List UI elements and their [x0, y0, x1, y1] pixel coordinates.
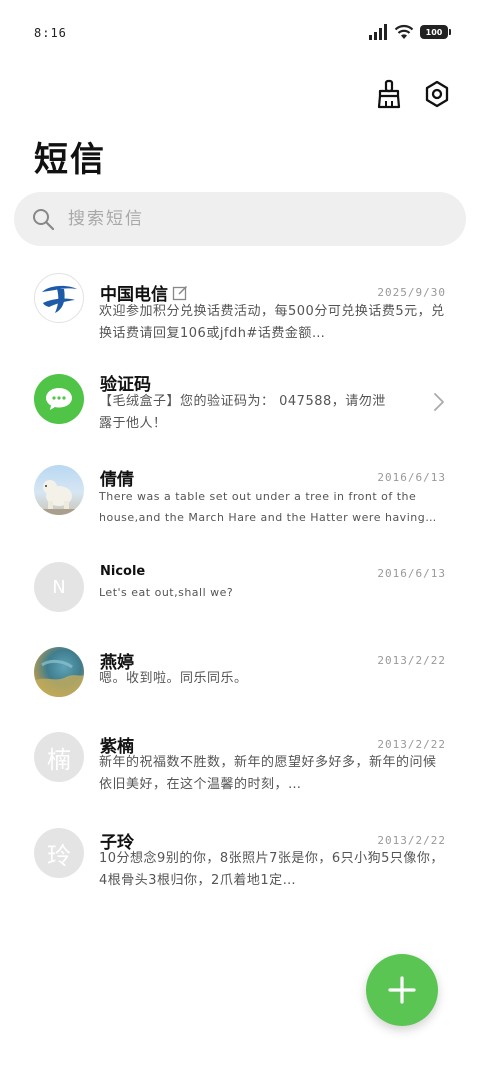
- avatar: N: [34, 562, 84, 612]
- conversation-date: 2013/2/22: [377, 738, 446, 751]
- avatar-letter: N: [52, 576, 66, 598]
- conversation-item[interactable]: 燕婷 2013/2/22 嗯。收到啦。同乐同乐。: [0, 646, 480, 736]
- conversation-name: Nicole: [100, 564, 146, 579]
- china-telecom-logo: [42, 285, 77, 313]
- chevron-right-icon: [434, 393, 444, 411]
- conversation-date: 2013/2/22: [377, 834, 446, 847]
- conversation-item[interactable]: N Nicole 2016/6/13 Let's eat out,shall w…: [0, 562, 480, 652]
- plus-icon: [388, 976, 416, 1004]
- message-bubble-icon: [46, 388, 72, 410]
- conversation-date: 2025/9/30: [377, 286, 446, 299]
- conversation-date: 2016/6/13: [377, 471, 446, 484]
- avatar: 玲: [34, 828, 84, 878]
- brush-icon: [377, 79, 401, 109]
- avatar-letter: 楠: [47, 745, 71, 774]
- conversation-item[interactable]: 倩倩 2016/6/13 There was a table set out u…: [0, 462, 480, 552]
- wifi-icon: [394, 24, 414, 39]
- conversation-preview: 10分想念9别的你，8张照片7张是你，6只小狗5只像你，4根骨头3根归你，2爪着…: [99, 851, 444, 888]
- search-icon: [30, 206, 56, 232]
- avatar: [34, 647, 84, 697]
- conversation-preview: Let's eat out,shall we?: [99, 586, 234, 599]
- conversation-preview: There was a table set out under a tree i…: [99, 490, 426, 524]
- conversation-item[interactable]: 楠 紫楠 2013/2/22 新年的祝福数不胜数，新年的愿望好多好多，新年的问候…: [0, 730, 480, 820]
- conversation-date: 2016/6/13: [377, 567, 446, 580]
- search-bar[interactable]: [14, 192, 466, 246]
- conversation-item[interactable]: 玲 子玲 2013/2/22 10分想念9别的你，8张照片7张是你，6只小狗5只…: [0, 826, 480, 916]
- gear-icon: [425, 80, 449, 108]
- conversation-preview: 嗯。收到啦。同乐同乐。: [99, 671, 248, 686]
- battery-indicator: 100: [420, 25, 451, 39]
- signal-icon: [369, 24, 387, 40]
- clean-button[interactable]: [374, 78, 404, 110]
- edit-icon: [172, 285, 188, 300]
- new-message-button[interactable]: [366, 954, 438, 1026]
- avatar: 楠: [34, 732, 84, 782]
- avatar: [34, 465, 84, 515]
- top-actions: [374, 78, 452, 110]
- status-indicators: 100: [368, 24, 451, 40]
- conversation-preview: 【毛绒盒子】您的验证码为： 047588，请勿泄露于他人！: [99, 394, 386, 431]
- conversation-date: 2013/2/22: [377, 654, 446, 667]
- china-telecom-avatar: [34, 273, 84, 323]
- conversation-item[interactable]: 中国电信 2025/9/30 欢迎参加积分兑换话费活动，每500分可兑换话费5元…: [0, 270, 480, 360]
- verification-avatar: [34, 374, 84, 424]
- page-title: 短信: [34, 140, 106, 180]
- search-input[interactable]: [66, 208, 430, 230]
- conversation-preview: 欢迎参加积分兑换话费活动，每500分可兑换话费5元，兑换话费请回复106或jfd…: [99, 304, 445, 341]
- conversation-preview: 新年的祝福数不胜数，新年的愿望好多好多，新年的问候依旧美好，在这个温馨的时刻，…: [99, 755, 437, 792]
- avatar-letter: 玲: [47, 841, 71, 870]
- settings-button[interactable]: [422, 78, 452, 110]
- conversation-item[interactable]: 验证码 【毛绒盒子】您的验证码为： 047588，请勿泄露于他人！: [0, 366, 480, 456]
- polar-bear-photo: [34, 480, 84, 515]
- landscape-photo: [34, 659, 84, 697]
- status-bar: 8:16 100: [0, 0, 480, 66]
- status-time: 8:16: [34, 26, 67, 40]
